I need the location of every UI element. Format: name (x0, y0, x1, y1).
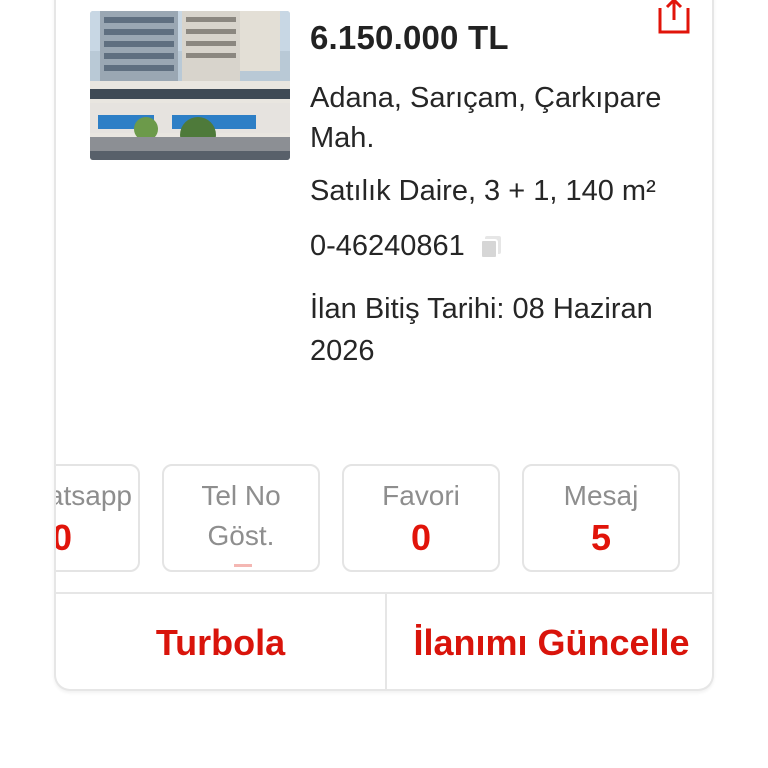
listing-end-date: İlan Bitiş Tarihi: 08 Haziran 2026 (310, 293, 653, 367)
listing-photo[interactable] (90, 11, 290, 160)
share-icon[interactable] (654, 0, 694, 36)
stat-message-button[interactable]: Mesaj 5 (522, 464, 680, 572)
listing-id: 0-46240861 (310, 230, 465, 262)
stat-label: Whatsapp (56, 480, 132, 511)
turbo-button[interactable]: Turbola (56, 594, 385, 689)
stat-value: 0 (56, 516, 138, 560)
update-listing-button[interactable]: İlanımı Güncelle (387, 594, 712, 689)
masked-number-indicator (234, 564, 252, 567)
stat-label: Tel No Göst. (164, 476, 318, 556)
stat-value: 0 (410, 517, 432, 558)
stat-phone-button[interactable]: Tel No Göst. (162, 464, 320, 572)
copy-icon[interactable] (477, 232, 505, 260)
listing-id-row: 0-46240861 (310, 226, 505, 266)
listing-price: 6.150.000 TL (310, 19, 509, 56)
stat-label: Mesaj (563, 480, 639, 511)
stat-whatsapp-button[interactable]: Whatsapp 0 (56, 464, 140, 572)
stat-label: Favori (382, 480, 460, 511)
stat-value: 5 (590, 517, 612, 558)
listing-card: 6.150.000 TL Adana, Sarıçam, Çarkıpare M… (54, 0, 714, 691)
stat-label-text: Tel No Göst. (201, 480, 281, 551)
listing-type: Satılık Daire, 3 + 1, 140 m² (310, 175, 656, 207)
stat-favorite-button[interactable]: Favori 0 (342, 464, 500, 572)
listing-location: Adana, Sarıçam, Çarkıpare Mah. (310, 82, 662, 154)
